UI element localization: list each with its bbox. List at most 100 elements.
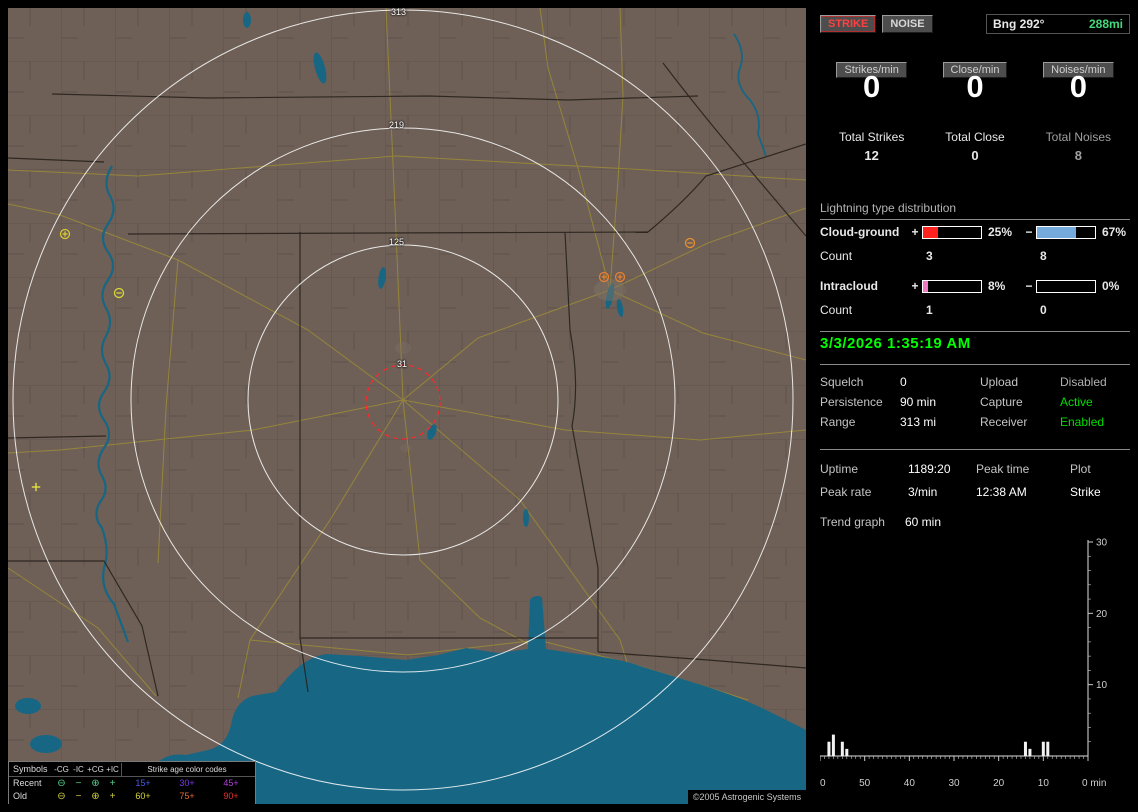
legend-symbols-title: Symbols <box>13 764 48 774</box>
minus-sign: − <box>1025 279 1033 293</box>
cg-plus-count: 3 <box>926 249 933 263</box>
ic-minus-bar <box>1036 279 1096 293</box>
peak-rate-value: 3/min <box>908 485 938 499</box>
old-pos-ic-icon: + <box>109 791 116 802</box>
range-value: 313 mi <box>900 415 937 429</box>
strike-mode-button[interactable]: STRIKE <box>820 15 877 33</box>
upload-value: Disabled <box>1060 375 1107 389</box>
peak-rate-label: Peak rate <box>820 485 872 499</box>
divider <box>820 331 1130 332</box>
cg-plus-pct: 25% <box>988 225 1013 239</box>
range-ring-label: 125 <box>389 237 405 247</box>
rate-values-row: 0 0 0 <box>820 69 1130 104</box>
copyright: ©2005 Astrogenic Systems <box>688 790 806 804</box>
bearing-value: Bng 292° <box>993 17 1045 31</box>
bearing-readout: Bng 292° 288mi <box>986 14 1130 34</box>
distribution-title: Lightning type distribution <box>820 201 1130 220</box>
persistence-label: Persistence <box>820 395 883 409</box>
old-neg-cg-icon: ⊖ <box>57 791 66 802</box>
cg-minus-pct: 67% <box>1102 225 1127 239</box>
recent-pos-cg-icon: ⊕ <box>91 778 100 789</box>
svg-text:0 min: 0 min <box>1082 778 1106 789</box>
total-noises-value: 8 <box>1074 148 1082 163</box>
totals-values-row: 12 0 8 <box>820 149 1130 163</box>
recent-neg-ic-icon: − <box>75 778 82 789</box>
legend-col-pos-ic: +IC <box>106 765 119 774</box>
old-pos-cg-icon: ⊕ <box>91 791 100 802</box>
svg-text:40: 40 <box>904 778 916 789</box>
ic-plus-bar <box>922 279 982 293</box>
count-label: Count <box>820 303 853 317</box>
legend-old-label: Old <box>13 791 28 801</box>
persistence-value: 90 min <box>900 395 937 409</box>
divider <box>820 364 1130 365</box>
cg-minus-bar-fill <box>1037 226 1076 238</box>
noises-per-min-value: 0 <box>1069 69 1087 104</box>
receiver-label: Receiver <box>980 415 1028 429</box>
svg-text:50: 50 <box>859 778 871 789</box>
svg-text:30: 30 <box>948 778 960 789</box>
recent-pos-ic-icon: + <box>109 778 116 789</box>
age-45: 45+ <box>223 778 239 788</box>
age-90: 90+ <box>223 791 239 801</box>
legend-col-pos-cg: +CG <box>87 765 104 774</box>
legend-col-neg-ic: -IC <box>73 765 84 774</box>
total-noises-label: Total Noises <box>1045 130 1112 144</box>
ic-minus-count: 0 <box>1040 303 1047 317</box>
mode-toolbar: STRIKE NOISE Bng 292° 288mi <box>820 14 1130 34</box>
intracloud-label: Intracloud <box>820 279 879 293</box>
map-legend: Symbols -CG -IC +CG +IC Strike age color… <box>8 761 256 804</box>
svg-text:10: 10 <box>1038 778 1050 789</box>
map-canvas <box>8 8 806 804</box>
legend-divider <box>121 763 122 776</box>
plus-sign: + <box>911 225 919 239</box>
cg-plus-bar <box>922 225 982 239</box>
divider <box>820 449 1130 450</box>
close-per-min-value: 0 <box>966 69 984 104</box>
plot-value: Strike <box>1070 485 1101 499</box>
distance-value: 288mi <box>1088 17 1123 31</box>
total-strikes-value: 12 <box>864 148 879 163</box>
uptime-label: Uptime <box>820 462 859 476</box>
capture-label: Capture <box>980 395 1023 409</box>
trend-graph: 30 20 10 60 50 40 30 20 10 0 min <box>814 538 1130 798</box>
trend-graph-canvas: 30 20 10 60 50 40 30 20 10 0 min <box>814 538 1108 790</box>
squelch-value: 0 <box>900 375 907 389</box>
trend-window-value: 60 min <box>905 515 942 529</box>
lightning-map[interactable]: 31 125 219 313 Symbols -CG -IC +CG +IC S… <box>8 8 806 804</box>
intracloud-count-row: Count 1 0 <box>820 303 1130 317</box>
recent-neg-cg-icon: ⊖ <box>57 778 66 789</box>
cg-minus-count: 8 <box>1040 249 1047 263</box>
datetime-display: 3/3/2026 1:35:19 AM <box>820 335 971 352</box>
range-ring-label: 313 <box>391 8 407 17</box>
noise-mode-button[interactable]: NOISE <box>882 15 933 33</box>
ic-plus-pct: 8% <box>988 279 1006 293</box>
range-label: Range <box>820 415 856 429</box>
uptime-value: 1189:20 <box>908 462 951 476</box>
ic-plus-bar-fill <box>923 280 928 292</box>
age-15: 15+ <box>135 778 151 788</box>
range-ring-label: 219 <box>389 120 405 130</box>
trend-graph-label: Trend graph <box>820 515 885 529</box>
svg-text:20: 20 <box>993 778 1005 789</box>
svg-text:10: 10 <box>1096 680 1108 691</box>
ic-plus-count: 1 <box>926 303 933 317</box>
plus-sign: + <box>911 279 919 293</box>
svg-text:20: 20 <box>1096 609 1108 620</box>
range-ring-label: 31 <box>397 359 408 369</box>
totals-labels-row: Total Strikes Total Close Total Noises <box>820 130 1130 144</box>
status-panel: STRIKE NOISE Bng 292° 288mi Strikes/min … <box>814 0 1138 812</box>
capture-value: Active <box>1060 395 1093 409</box>
peak-time-value: 12:38 AM <box>976 485 1027 499</box>
legend-age-title: Strike age color codes <box>147 765 227 774</box>
trend-graph-header: Trend graph 60 min <box>820 515 1130 529</box>
svg-text:60: 60 <box>820 778 826 789</box>
cloud-ground-label: Cloud-ground <box>820 225 900 239</box>
total-close-label: Total Close <box>945 130 1005 144</box>
cloud-ground-row: Cloud-ground + 25% − 67% <box>820 225 1130 239</box>
age-75: 75+ <box>179 791 195 801</box>
cg-plus-bar-fill <box>923 226 938 238</box>
intracloud-row: Intracloud + 8% − 0% <box>820 279 1130 293</box>
squelch-label: Squelch <box>820 375 864 389</box>
age-60: 60+ <box>135 791 151 801</box>
